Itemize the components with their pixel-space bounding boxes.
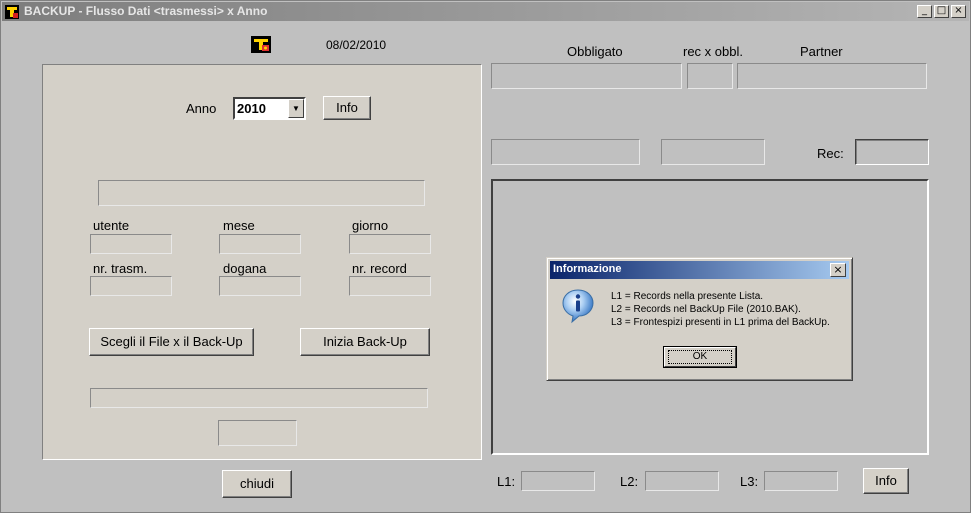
choose-file-button[interactable]: Scegli il File x il Back-Up [89,328,254,356]
company-logo-icon [251,36,271,53]
rec-x-obbl-header: rec x obbl. [683,44,743,59]
minimize-button[interactable]: _ [917,5,932,18]
utente-field [90,234,172,254]
partner-field [737,63,927,89]
rec-label: Rec: [817,146,844,161]
l1-label: L1: [497,474,516,489]
info-button-left[interactable]: Info [323,96,371,120]
progress-bar [90,388,428,408]
info-button-right[interactable]: Info [863,468,909,494]
current-date: 08/02/2010 [326,38,387,52]
dogana-field [219,276,301,296]
dialog-line-3: L3 = Frontespizi presenti in L1 prima de… [611,317,830,328]
nr-trasm-field [90,276,172,296]
l3-field [764,471,838,491]
chevron-down-icon[interactable]: ▼ [288,99,304,118]
mese-label: mese [223,218,255,233]
dialog-title-bar[interactable]: Informazione × [550,261,849,279]
obbligato-header: Obbligato [567,44,623,59]
nr-record-field [349,276,431,296]
dialog-close-button[interactable]: × [830,263,846,277]
l3-label: L3: [740,474,759,489]
dialog-line-2: L2 = Records nel BackUp File (2010.BAK). [611,304,801,315]
info-field-2 [661,139,765,165]
rec-x-obbl-field [687,63,733,89]
close-button[interactable]: × [951,5,966,18]
l1-field [521,471,595,491]
left-panel: Anno 2010 ▼ Info utente mese giorno nr. … [42,64,482,460]
app-logo-icon [5,5,19,19]
ok-button[interactable]: OK [663,346,737,368]
dialog-line-1: L1 = Records nella presente Lista. [611,291,764,302]
nr-trasm-label: nr. trasm. [93,261,148,276]
anno-label: Anno [186,101,217,116]
obbligato-field [491,63,682,89]
anno-select-value: 2010 [237,101,266,116]
dogana-label: dogana [223,261,267,276]
title-bar[interactable]: BACKUP - Flusso Dati <trasmessi> x Anno … [2,2,969,21]
l2-label: L2: [620,474,639,489]
info-dialog: Informazione × L1 = Records nella presen… [546,257,853,381]
focus-rect [668,350,732,364]
mese-field [219,234,301,254]
info-field-1 [491,139,640,165]
window-title: BACKUP - Flusso Dati <trasmessi> x Anno [24,4,268,18]
start-backup-button[interactable]: Inizia Back-Up [300,328,430,356]
counter-field [218,420,297,446]
file-name-field [98,180,425,206]
giorno-label: giorno [352,218,389,233]
dialog-title: Informazione [553,263,622,275]
rec-field [855,139,929,165]
anno-select[interactable]: 2010 ▼ [233,97,306,120]
info-icon [562,289,594,324]
close-button-bottom[interactable]: chiudi [222,470,292,498]
utente-label: utente [93,218,130,233]
partner-header: Partner [800,44,843,59]
giorno-field [349,234,431,254]
main-window: BACKUP - Flusso Dati <trasmessi> x Anno … [0,0,971,513]
nr-record-label: nr. record [352,261,407,276]
l2-field [645,471,719,491]
maximize-button[interactable]: □ [934,5,949,18]
